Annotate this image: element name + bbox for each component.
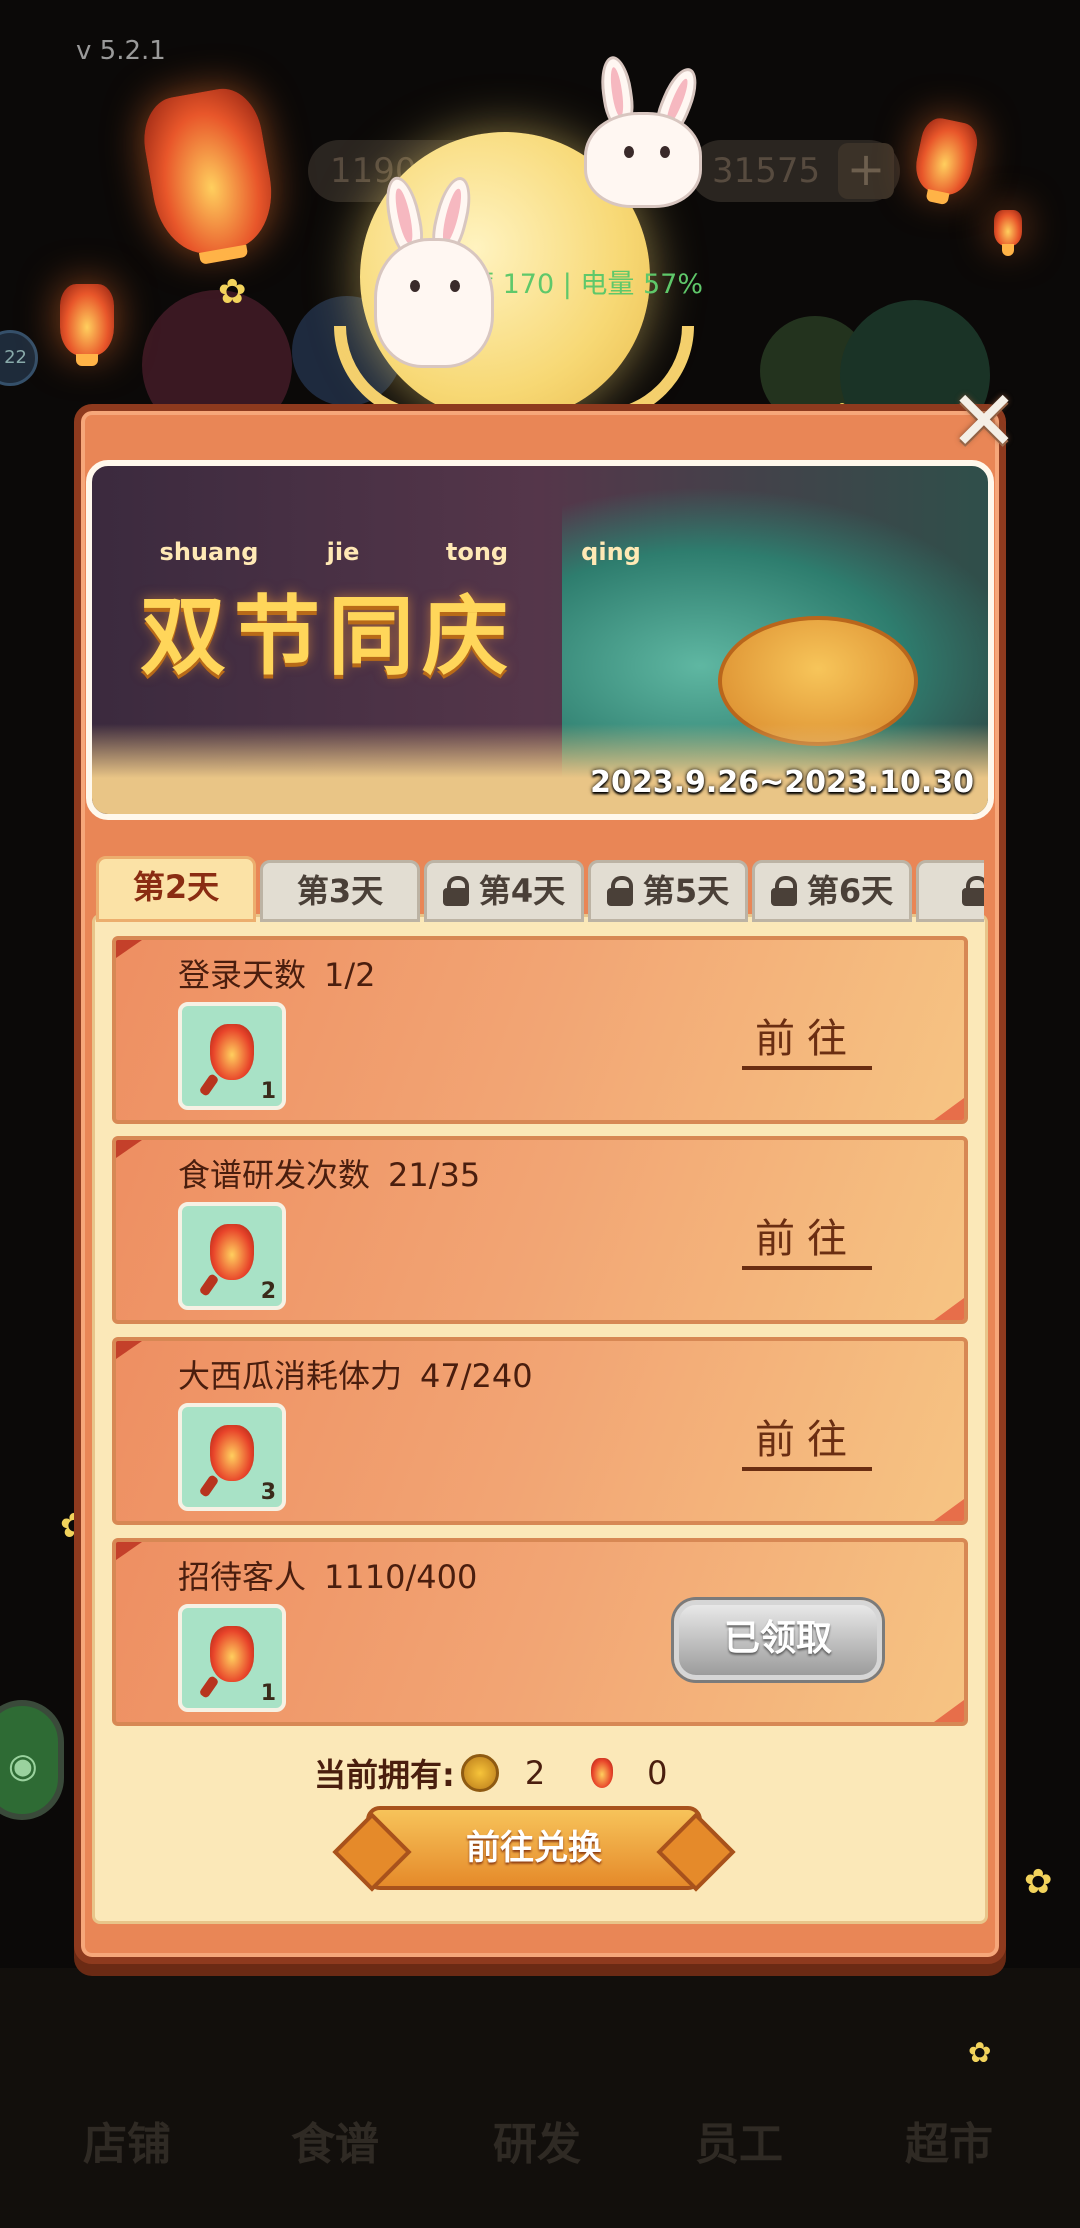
event-date-range: 2023.9.26~2023.10.30: [590, 765, 974, 800]
osmanthus-flower-icon: ✿: [968, 2036, 992, 2069]
lock-icon: [442, 876, 471, 906]
day-tabs: 第2天 第3天 第4天 第5天 第6天 第: [96, 856, 984, 922]
osmanthus-flower-icon: ✿: [218, 272, 247, 312]
sky-lantern-icon: [210, 1024, 254, 1080]
lock-icon: [606, 876, 635, 906]
sky-lantern-icon: [210, 1626, 254, 1682]
tab-day-7[interactable]: 第: [916, 860, 984, 922]
tab-label: 第6天: [806, 872, 894, 910]
nav-recipes: 食谱: [291, 2119, 379, 2170]
pinyin-syllable: qing: [581, 538, 641, 566]
mooncake-coin-icon: [460, 1754, 499, 1792]
reward-item[interactable]: 1: [178, 1002, 286, 1110]
sky-lantern-icon: [994, 210, 1022, 256]
nav-shop: 店铺: [83, 2119, 171, 2170]
tab-day-5[interactable]: 第5天: [588, 860, 748, 922]
task-progress: 47/240: [420, 1357, 533, 1395]
version-label: v 5.2.1: [76, 36, 166, 66]
rabbit-eye: [660, 146, 670, 158]
task-name: 大西瓜消耗体力: [178, 1357, 403, 1395]
lock-icon: [961, 876, 984, 906]
reward-quantity: 1: [260, 1681, 276, 1706]
sky-lantern-icon: [210, 1224, 254, 1280]
reward-quantity: 2: [260, 1279, 276, 1304]
lantern-stick: [198, 1073, 220, 1097]
tab-day-4[interactable]: 第4天: [424, 860, 584, 922]
rabbit-icon: [364, 173, 504, 376]
pinyin-syllable: tong: [445, 538, 509, 566]
rabbit-body: [374, 238, 494, 368]
task-title: 招待客人 1110/400: [178, 1552, 477, 1598]
nav-staff: 员工: [695, 2119, 783, 2170]
rabbit-eye: [450, 280, 460, 292]
side-notification-badge: 22: [0, 330, 38, 386]
wechat-icon: ◉: [8, 1746, 38, 1786]
tab-day-2[interactable]: 第2天: [96, 856, 256, 922]
close-icon[interactable]: ✕: [946, 379, 1022, 463]
rabbit-body: [584, 112, 702, 208]
owned-summary: 当前拥有: 2 0: [314, 1750, 714, 1796]
rabbit-eye: [410, 280, 420, 292]
nav-research: 研发: [493, 2119, 581, 2170]
task-row: 食谱研发次数 21/35 2 前往: [112, 1136, 968, 1324]
task-row: 大西瓜消耗体力 47/240 3 前往: [112, 1337, 968, 1525]
task-title: 登录天数 1/2: [178, 950, 376, 996]
owned-label: 当前拥有:: [314, 1756, 455, 1794]
reward-item[interactable]: 3: [178, 1403, 286, 1511]
reward-item[interactable]: 1: [178, 1604, 286, 1712]
lantern-stick: [198, 1273, 220, 1297]
tab-day-6[interactable]: 第6天: [752, 860, 912, 922]
lantern-stick: [198, 1675, 220, 1699]
goto-button[interactable]: 前往: [742, 1407, 872, 1471]
task-progress: 1110/400: [324, 1558, 478, 1596]
go-exchange-button[interactable]: 前往兑换: [366, 1806, 702, 1890]
tab-day-3[interactable]: 第3天: [260, 860, 420, 922]
reward-item[interactable]: 2: [178, 1202, 286, 1310]
task-title: 食谱研发次数 21/35: [178, 1150, 480, 1196]
banner-pinyin: shuang jie tong qing: [142, 538, 678, 566]
task-row: 登录天数 1/2 1 前往: [112, 936, 968, 1124]
osmanthus-flower-icon: ✿: [1024, 1862, 1053, 1902]
goto-button[interactable]: 前往: [742, 1006, 872, 1070]
add-currency-button: +: [838, 143, 894, 199]
bottom-nav: 店铺 食谱 研发 员工 超市: [0, 1968, 1080, 2228]
sky-lantern-icon: [60, 284, 114, 366]
nav-market: 超市: [905, 2119, 993, 2170]
reward-quantity: 1: [260, 1079, 276, 1104]
lantern-count: 0: [647, 1754, 668, 1792]
task-row: 招待客人 1110/400 1 已领取: [112, 1538, 968, 1726]
pinyin-syllable: shuang: [159, 538, 259, 566]
tab-label: 第4天: [478, 872, 566, 910]
mooncake-count: 2: [524, 1754, 546, 1792]
goto-button[interactable]: 前往: [742, 1206, 872, 1270]
wechat-button: ◉: [0, 1700, 64, 1820]
event-banner: shuang jie tong qing 双节同庆 2023.9.26~2023…: [86, 460, 994, 820]
claimed-button[interactable]: 已领取: [674, 1600, 882, 1680]
exchange-label: 前往兑换: [466, 1828, 602, 1868]
sky-lantern-icon: [591, 1758, 614, 1788]
rabbit-eye: [624, 146, 634, 158]
lantern-stick: [198, 1474, 220, 1498]
sky-lantern-icon: [210, 1425, 254, 1481]
lock-icon: [770, 876, 799, 906]
tab-label: 第2天: [132, 868, 220, 906]
task-progress: 1/2: [324, 956, 376, 994]
rabbit-icon: [572, 54, 712, 216]
task-title: 大西瓜消耗体力 47/240: [178, 1351, 533, 1397]
tab-label: 第3天: [296, 872, 384, 910]
task-name: 食谱研发次数: [178, 1156, 371, 1194]
banner-title: 双节同庆: [140, 586, 516, 687]
task-name: 招待客人: [178, 1558, 307, 1596]
pinyin-syllable: jie: [326, 538, 360, 566]
tab-label: 第5天: [642, 872, 730, 910]
task-progress: 21/35: [388, 1156, 481, 1194]
reward-quantity: 3: [260, 1480, 276, 1505]
task-name: 登录天数: [178, 956, 307, 994]
